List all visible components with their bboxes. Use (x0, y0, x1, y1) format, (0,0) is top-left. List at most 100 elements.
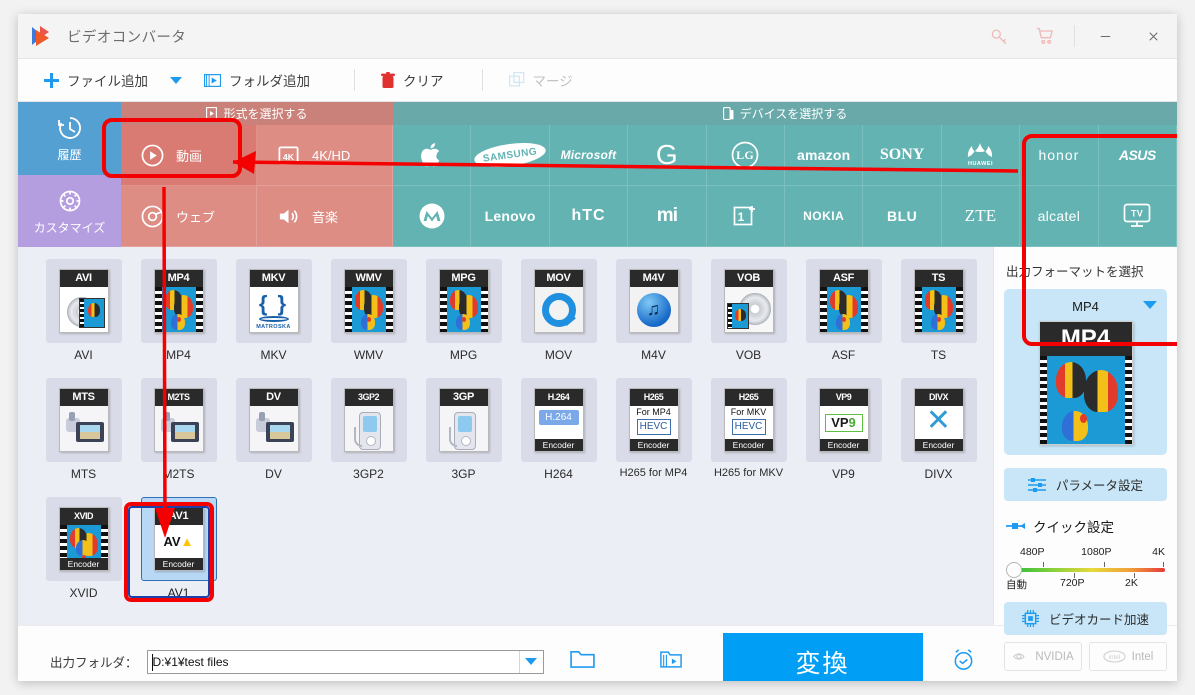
category-video[interactable]: 動画 (121, 125, 257, 186)
device-brand-huawei[interactable]: HUAWEI (941, 125, 1021, 186)
device-brand-zte[interactable]: ZTE (941, 186, 1021, 247)
format-item-m2ts[interactable]: M2TS M2TS (131, 378, 226, 497)
gpu-vendor-nvidia-label: NVIDIA (1035, 650, 1074, 663)
device-brand-xiaomi[interactable]: mi (628, 186, 707, 247)
gpu-acceleration-button[interactable]: ビデオカード加速 (1004, 602, 1167, 635)
format-item-h264[interactable]: H.264 H.264 Encoder H264 (511, 378, 606, 497)
sidebar-item-customize-label: カスタマイズ (33, 220, 106, 235)
sidebar-item-history[interactable]: 履歴 (18, 102, 121, 175)
device-brand-samsung[interactable]: SAMSUNG (471, 125, 550, 186)
format-item-avi[interactable]: AVI AVI (36, 259, 131, 378)
format-item-vob[interactable]: VOB VOB (701, 259, 796, 378)
device-brand-amazon[interactable]: amazon (785, 125, 864, 186)
category-music[interactable]: 音楽 (257, 186, 393, 247)
alarm-clock-icon[interactable] (951, 647, 976, 677)
device-brand-asus-label: ASUS (1118, 147, 1156, 163)
merge-button[interactable]: マージ (508, 59, 573, 101)
format-item-vp9[interactable]: VP9 VP9 Encoder VP9 (796, 378, 891, 497)
add-folder-button[interactable]: フォルダ追加 (204, 59, 310, 101)
4k-icon: 4K (278, 145, 299, 165)
add-file-dropdown-icon[interactable] (170, 76, 182, 84)
sidebar-item-customize[interactable]: カスタマイズ (18, 174, 121, 247)
format-item-asf[interactable]: ASF ASF (796, 259, 891, 378)
slider-knob[interactable] (1006, 562, 1022, 578)
output-folder-label: 出力フォルダ： (50, 656, 138, 670)
clear-button[interactable]: クリア (381, 59, 444, 101)
format-label: XVID (69, 586, 98, 600)
format-item-wmv[interactable]: WMV WMV (321, 259, 416, 378)
folder-open-icon[interactable] (569, 649, 595, 674)
format-item-mts[interactable]: MTS MTS (36, 378, 131, 497)
format-item-3gp2[interactable]: 3GP2 3GP2 (321, 378, 416, 497)
format-grid: AVI AVI MP4 MP4 MKV { } MATROSKA MKV WMV … (36, 259, 993, 616)
svg-text:1: 1 (738, 210, 745, 224)
device-brand-htc-label: hTC (571, 207, 606, 224)
format-item-mov[interactable]: MOV MOV (511, 259, 606, 378)
output-folder-input[interactable]: D:¥1¥test files (146, 649, 544, 674)
device-brand-blu[interactable]: BLU (863, 186, 942, 247)
format-item-m4v[interactable]: M4V ♫ M4V (606, 259, 701, 378)
app-logo-icon (31, 25, 53, 47)
key-icon[interactable] (976, 14, 1022, 58)
format-foot: Encoder (59, 558, 108, 570)
format-label: 3GP2 (353, 467, 384, 481)
format-item-mpg[interactable]: MPG MPG (416, 259, 511, 378)
device-brand-alcatel[interactable]: alcatel (1020, 186, 1099, 247)
intel-icon: intel (1102, 650, 1126, 663)
device-brand-apple[interactable] (393, 125, 472, 186)
quality-slider[interactable]: 480P 1080P 4K 自動 720P 2K (1006, 546, 1165, 594)
format-item-ts[interactable]: TS TS (891, 259, 986, 378)
format-foot: Encoder (154, 558, 203, 570)
format-item-mp4[interactable]: MP4 MP4 (131, 259, 226, 378)
vp9-tag: VP9 (824, 413, 863, 432)
device-brand-honor[interactable]: honor (1020, 125, 1099, 186)
category-4khd[interactable]: 4K 4K/HD (257, 125, 393, 186)
convert-button[interactable]: 変換 (722, 633, 923, 681)
format-category-panel: 形式を選択する 動画 4K 4K/HD ウェブ 音楽 (121, 102, 393, 247)
format-item-xvid[interactable]: XVID Encoder XVID (36, 497, 131, 616)
media-folder-icon[interactable] (659, 650, 682, 674)
clear-label: クリア (403, 74, 444, 89)
category-video-label: 動画 (176, 148, 203, 164)
format-item-3gp[interactable]: 3GP 3GP (416, 378, 511, 497)
format-label: DIVX (924, 467, 953, 481)
add-file-button[interactable]: ファイル追加 (44, 59, 148, 101)
device-brand-htc[interactable]: hTC (549, 186, 629, 247)
format-item-dv[interactable]: DV DV (226, 378, 321, 497)
device-brand-zte-label: ZTE (964, 206, 997, 225)
format-item-mkv[interactable]: MKV { } MATROSKA MKV (226, 259, 321, 378)
format-badge: ASF (819, 270, 868, 287)
output-folder-dropdown[interactable] (518, 650, 543, 673)
format-item-divx[interactable]: DIVX ✕ Encoder DIVX (891, 378, 986, 497)
device-brand-lg[interactable]: LG (706, 125, 785, 186)
nvidia-icon (1013, 653, 1025, 660)
cart-icon[interactable] (1022, 14, 1068, 58)
device-brand-google[interactable]: G (628, 125, 707, 186)
device-brand-oneplus[interactable]: 1 (706, 186, 785, 247)
gpu-vendor-nvidia[interactable]: NVIDIA (1004, 642, 1082, 671)
device-brand-motorola[interactable] (393, 186, 472, 247)
selected-output-format[interactable]: MP4 MP4 (1004, 289, 1167, 455)
format-item-h265-mp4[interactable]: H265 For MP4 HEVC Encoder H265 for MP4 (606, 378, 701, 497)
text-cursor (151, 653, 153, 671)
device-brand-tv[interactable]: TV (1098, 186, 1177, 247)
parameter-settings-button[interactable]: パラメータ設定 (1004, 468, 1167, 501)
quick-settings-label: クイック設定 (1033, 520, 1114, 535)
device-brand-microsoft[interactable]: Microsoft (549, 125, 629, 186)
format-item-av1[interactable]: AV1 AV▲ Encoder AV1 (131, 497, 226, 616)
category-music-label: 音楽 (312, 209, 339, 225)
category-web[interactable]: ウェブ (121, 186, 257, 247)
format-badge: MOV (534, 270, 583, 287)
device-brand-nokia[interactable]: NOKIA (785, 186, 864, 247)
close-button[interactable] (1129, 14, 1177, 58)
svg-text:4K: 4K (283, 151, 295, 161)
format-foot: Encoder (534, 439, 583, 451)
minimize-button[interactable] (1081, 14, 1129, 58)
gpu-vendor-intel[interactable]: intel Intel (1089, 642, 1167, 671)
chevron-down-icon[interactable] (1143, 301, 1157, 309)
device-brand-asus[interactable]: ASUS (1098, 125, 1177, 186)
device-brand-lenovo[interactable]: Lenovo (471, 186, 550, 247)
h264-tag: H.264 (538, 410, 579, 425)
format-item-h265-mkv[interactable]: H265 For MKV HEVC Encoder H265 for MKV (701, 378, 796, 497)
device-brand-sony[interactable]: SONY (863, 125, 942, 186)
